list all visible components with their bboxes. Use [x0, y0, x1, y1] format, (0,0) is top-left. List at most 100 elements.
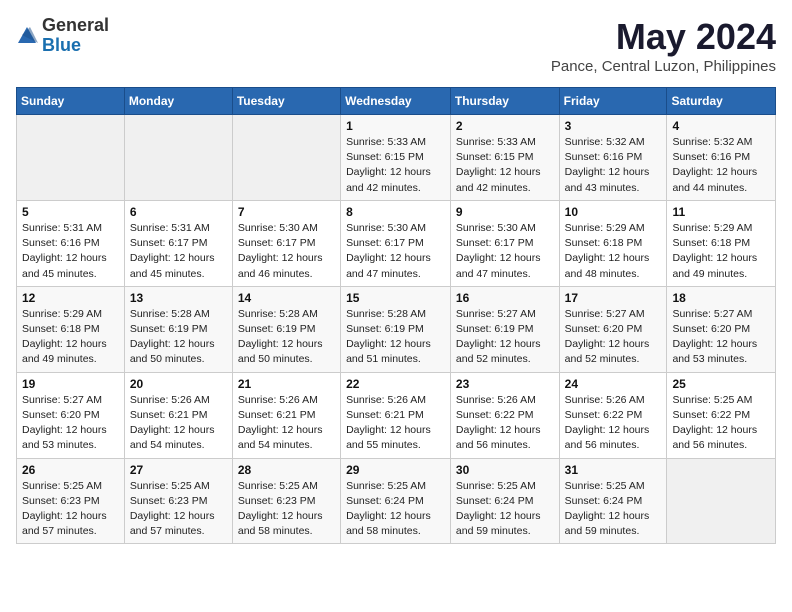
- day-info: Sunrise: 5:25 AM Sunset: 6:23 PM Dayligh…: [238, 479, 335, 540]
- column-header-tuesday: Tuesday: [232, 88, 340, 115]
- logo-general: General: [42, 16, 109, 36]
- calendar-cell: 22 Sunrise: 5:26 AM Sunset: 6:21 PM Dayli…: [341, 372, 451, 458]
- calendar-cell: 20 Sunrise: 5:26 AM Sunset: 6:21 PM Dayli…: [124, 372, 232, 458]
- logo-blue: Blue: [42, 36, 109, 56]
- day-info: Sunrise: 5:26 AM Sunset: 6:21 PM Dayligh…: [346, 393, 445, 454]
- day-number: 26: [22, 463, 119, 477]
- day-number: 16: [456, 291, 554, 305]
- day-number: 29: [346, 463, 445, 477]
- calendar-cell: 12 Sunrise: 5:29 AM Sunset: 6:18 PM Dayli…: [17, 286, 125, 372]
- column-header-friday: Friday: [559, 88, 667, 115]
- day-number: 11: [672, 205, 770, 219]
- day-info: Sunrise: 5:26 AM Sunset: 6:21 PM Dayligh…: [130, 393, 227, 454]
- day-info: Sunrise: 5:31 AM Sunset: 6:17 PM Dayligh…: [130, 221, 227, 282]
- day-number: 15: [346, 291, 445, 305]
- calendar-cell: 23 Sunrise: 5:26 AM Sunset: 6:22 PM Dayli…: [450, 372, 559, 458]
- day-number: 27: [130, 463, 227, 477]
- day-number: 18: [672, 291, 770, 305]
- calendar-header-row: SundayMondayTuesdayWednesdayThursdayFrid…: [17, 88, 776, 115]
- subtitle: Pance, Central Luzon, Philippines: [551, 58, 776, 75]
- day-info: Sunrise: 5:26 AM Sunset: 6:21 PM Dayligh…: [238, 393, 335, 454]
- day-number: 12: [22, 291, 119, 305]
- day-number: 22: [346, 377, 445, 391]
- day-number: 28: [238, 463, 335, 477]
- logo: General Blue: [16, 16, 109, 56]
- calendar-cell: 29Sunrise: 5:25 AM Sunset: 6:24 PM Dayli…: [341, 458, 451, 544]
- calendar-cell: 21 Sunrise: 5:26 AM Sunset: 6:21 PM Dayli…: [232, 372, 340, 458]
- day-info: Sunrise: 5:26 AM Sunset: 6:22 PM Dayligh…: [565, 393, 662, 454]
- calendar-cell: 13Sunrise: 5:28 AM Sunset: 6:19 PM Dayli…: [124, 286, 232, 372]
- day-number: 19: [22, 377, 119, 391]
- day-info: Sunrise: 5:25 AM Sunset: 6:24 PM Dayligh…: [565, 479, 662, 540]
- calendar-cell: 30 Sunrise: 5:25 AM Sunset: 6:24 PM Dayli…: [450, 458, 559, 544]
- day-number: 10: [565, 205, 662, 219]
- main-title: May 2024: [551, 16, 776, 58]
- day-info: Sunrise: 5:25 AM Sunset: 6:23 PM Dayligh…: [22, 479, 119, 540]
- title-section: May 2024 Pance, Central Luzon, Philippin…: [551, 16, 776, 75]
- day-number: 13: [130, 291, 227, 305]
- calendar-cell: 14 Sunrise: 5:28 AM Sunset: 6:19 PM Dayli…: [232, 286, 340, 372]
- calendar-cell: 6 Sunrise: 5:31 AM Sunset: 6:17 PM Daylig…: [124, 200, 232, 286]
- calendar-week-row: 5 Sunrise: 5:31 AM Sunset: 6:16 PM Daylig…: [17, 200, 776, 286]
- day-info: Sunrise: 5:25 AM Sunset: 6:22 PM Dayligh…: [672, 393, 770, 454]
- calendar-week-row: 1 Sunrise: 5:33 AM Sunset: 6:15 PM Daylig…: [17, 115, 776, 201]
- day-number: 31: [565, 463, 662, 477]
- day-number: 14: [238, 291, 335, 305]
- day-number: 6: [130, 205, 227, 219]
- calendar-cell: 5 Sunrise: 5:31 AM Sunset: 6:16 PM Daylig…: [17, 200, 125, 286]
- day-info: Sunrise: 5:25 AM Sunset: 6:23 PM Dayligh…: [130, 479, 227, 540]
- day-info: Sunrise: 5:30 AM Sunset: 6:17 PM Dayligh…: [456, 221, 554, 282]
- day-info: Sunrise: 5:29 AM Sunset: 6:18 PM Dayligh…: [565, 221, 662, 282]
- day-number: 17: [565, 291, 662, 305]
- calendar-cell: 3Sunrise: 5:32 AM Sunset: 6:16 PM Daylig…: [559, 115, 667, 201]
- day-number: 20: [130, 377, 227, 391]
- calendar: SundayMondayTuesdayWednesdayThursdayFrid…: [16, 87, 776, 544]
- column-header-saturday: Saturday: [667, 88, 776, 115]
- logo-icon: [16, 25, 38, 47]
- day-info: Sunrise: 5:28 AM Sunset: 6:19 PM Dayligh…: [346, 307, 445, 368]
- day-number: 23: [456, 377, 554, 391]
- calendar-cell: 2 Sunrise: 5:33 AM Sunset: 6:15 PM Daylig…: [450, 115, 559, 201]
- calendar-cell: [667, 458, 776, 544]
- column-header-wednesday: Wednesday: [341, 88, 451, 115]
- day-number: 4: [672, 119, 770, 133]
- day-info: Sunrise: 5:31 AM Sunset: 6:16 PM Dayligh…: [22, 221, 119, 282]
- day-info: Sunrise: 5:27 AM Sunset: 6:19 PM Dayligh…: [456, 307, 554, 368]
- day-number: 9: [456, 205, 554, 219]
- calendar-cell: 9 Sunrise: 5:30 AM Sunset: 6:17 PM Daylig…: [450, 200, 559, 286]
- day-number: 1: [346, 119, 445, 133]
- day-info: Sunrise: 5:27 AM Sunset: 6:20 PM Dayligh…: [565, 307, 662, 368]
- column-header-thursday: Thursday: [450, 88, 559, 115]
- header: General Blue May 2024 Pance, Central Luz…: [16, 16, 776, 75]
- day-info: Sunrise: 5:32 AM Sunset: 6:16 PM Dayligh…: [565, 135, 662, 196]
- calendar-cell: [17, 115, 125, 201]
- day-number: 21: [238, 377, 335, 391]
- day-info: Sunrise: 5:30 AM Sunset: 6:17 PM Dayligh…: [346, 221, 445, 282]
- column-header-monday: Monday: [124, 88, 232, 115]
- day-number: 30: [456, 463, 554, 477]
- day-number: 2: [456, 119, 554, 133]
- calendar-cell: [232, 115, 340, 201]
- day-info: Sunrise: 5:27 AM Sunset: 6:20 PM Dayligh…: [672, 307, 770, 368]
- day-number: 24: [565, 377, 662, 391]
- calendar-cell: 24 Sunrise: 5:26 AM Sunset: 6:22 PM Dayli…: [559, 372, 667, 458]
- day-info: Sunrise: 5:28 AM Sunset: 6:19 PM Dayligh…: [238, 307, 335, 368]
- calendar-cell: 27 Sunrise: 5:25 AM Sunset: 6:23 PM Dayli…: [124, 458, 232, 544]
- calendar-cell: 25Sunrise: 5:25 AM Sunset: 6:22 PM Dayli…: [667, 372, 776, 458]
- day-info: Sunrise: 5:27 AM Sunset: 6:20 PM Dayligh…: [22, 393, 119, 454]
- day-info: Sunrise: 5:25 AM Sunset: 6:24 PM Dayligh…: [456, 479, 554, 540]
- calendar-week-row: 26 Sunrise: 5:25 AM Sunset: 6:23 PM Dayli…: [17, 458, 776, 544]
- calendar-cell: 19 Sunrise: 5:27 AM Sunset: 6:20 PM Dayli…: [17, 372, 125, 458]
- day-number: 5: [22, 205, 119, 219]
- calendar-cell: 28 Sunrise: 5:25 AM Sunset: 6:23 PM Dayli…: [232, 458, 340, 544]
- day-info: Sunrise: 5:33 AM Sunset: 6:15 PM Dayligh…: [346, 135, 445, 196]
- calendar-week-row: 19 Sunrise: 5:27 AM Sunset: 6:20 PM Dayli…: [17, 372, 776, 458]
- calendar-cell: 18 Sunrise: 5:27 AM Sunset: 6:20 PM Dayli…: [667, 286, 776, 372]
- day-info: Sunrise: 5:29 AM Sunset: 6:18 PM Dayligh…: [672, 221, 770, 282]
- calendar-cell: 15 Sunrise: 5:28 AM Sunset: 6:19 PM Dayli…: [341, 286, 451, 372]
- day-number: 7: [238, 205, 335, 219]
- day-info: Sunrise: 5:29 AM Sunset: 6:18 PM Dayligh…: [22, 307, 119, 368]
- day-info: Sunrise: 5:26 AM Sunset: 6:22 PM Dayligh…: [456, 393, 554, 454]
- day-info: Sunrise: 5:33 AM Sunset: 6:15 PM Dayligh…: [456, 135, 554, 196]
- calendar-cell: 10 Sunrise: 5:29 AM Sunset: 6:18 PM Dayli…: [559, 200, 667, 286]
